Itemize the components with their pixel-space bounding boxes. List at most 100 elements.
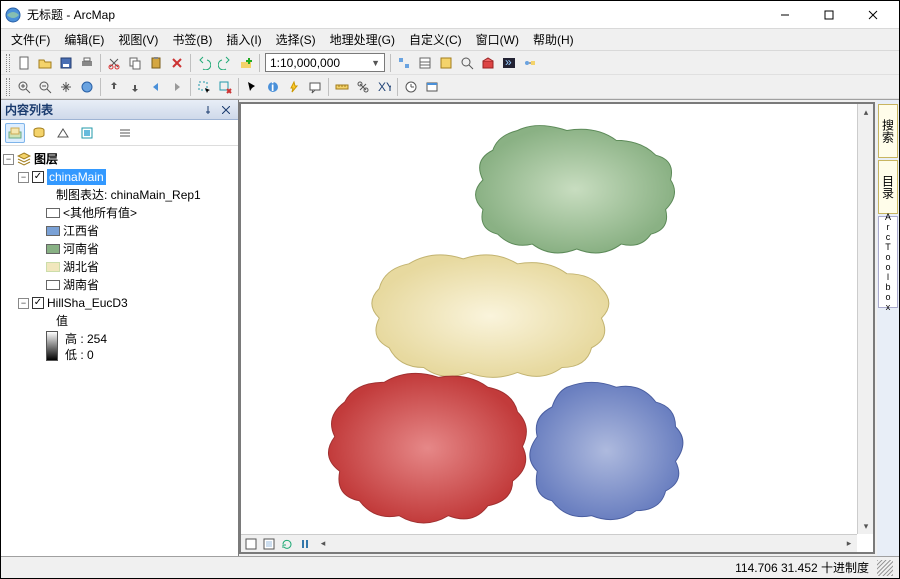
close-panel-icon[interactable] <box>218 102 234 118</box>
html-popup-icon[interactable] <box>305 77 325 97</box>
clear-selection-icon[interactable] <box>215 77 235 97</box>
delete-icon[interactable] <box>167 53 187 73</box>
region-henan[interactable] <box>476 126 675 253</box>
region-hunan[interactable] <box>328 373 526 523</box>
forward-extent-icon[interactable] <box>167 77 187 97</box>
viewer-window-icon[interactable] <box>422 77 442 97</box>
layer-chinamain[interactable]: chinaMain <box>47 169 106 185</box>
menu-view[interactable]: 视图(V) <box>112 29 164 50</box>
region-jiangxi[interactable] <box>530 382 683 519</box>
model-builder-icon[interactable] <box>520 53 540 73</box>
fixed-zoom-out-icon[interactable] <box>125 77 145 97</box>
expand-toggle[interactable]: − <box>3 154 14 165</box>
close-button[interactable] <box>851 2 895 28</box>
region-hubei[interactable] <box>372 255 609 377</box>
menu-window[interactable]: 窗口(W) <box>470 29 525 50</box>
toc-tree[interactable]: − 图层 − ✓ chinaMain 制图表达: chinaMain_Rep1 … <box>1 146 238 556</box>
layer-checkbox[interactable]: ✓ <box>32 297 44 309</box>
menu-customize[interactable]: 自定义(C) <box>403 29 468 50</box>
vertical-scrollbar[interactable]: ▴ ▾ <box>857 104 873 534</box>
list-by-drawing-order-icon[interactable] <box>5 123 25 143</box>
fixed-zoom-in-icon[interactable] <box>104 77 124 97</box>
scale-combo[interactable]: 1:10,000,000 ▼ <box>265 53 385 72</box>
expand-toggle[interactable]: − <box>18 172 29 183</box>
menu-selection[interactable]: 选择(S) <box>270 29 322 50</box>
menu-edit[interactable]: 编辑(E) <box>58 29 110 50</box>
symbol-swatch <box>46 226 60 236</box>
map-canvas[interactable]: ▴ ▾ ◂ ▸ <box>241 104 873 552</box>
pointer-icon[interactable] <box>242 77 262 97</box>
toolbar-grip[interactable] <box>6 54 10 72</box>
layer-checkbox[interactable]: ✓ <box>32 171 44 183</box>
cut-icon[interactable] <box>104 53 124 73</box>
representation-label: 制图表达: chinaMain_Rep1 <box>56 187 201 203</box>
scroll-down-icon[interactable]: ▾ <box>858 518 873 534</box>
menu-geoprocessing[interactable]: 地理处理(G) <box>324 29 401 50</box>
arc-toolbox-icon[interactable] <box>478 53 498 73</box>
toc-header: 内容列表 <box>1 100 238 120</box>
add-data-icon[interactable] <box>236 53 256 73</box>
full-extent-icon[interactable] <box>77 77 97 97</box>
scale-value: 1:10,000,000 <box>270 56 340 70</box>
refresh-icon[interactable] <box>279 536 295 552</box>
catalog-icon[interactable] <box>436 53 456 73</box>
high-value-label: 高 : 254 <box>65 331 107 347</box>
editor-toolbar-icon[interactable] <box>394 53 414 73</box>
print-icon[interactable] <box>77 53 97 73</box>
menu-insert[interactable]: 插入(I) <box>220 29 267 50</box>
pan-icon[interactable] <box>56 77 76 97</box>
sidebar-tab-catalog[interactable]: 目录 <box>878 160 898 214</box>
sidebar-tab-search[interactable]: 搜索 <box>878 104 898 158</box>
symbol-swatch <box>46 280 60 290</box>
symbol-swatch <box>46 244 60 254</box>
undo-icon[interactable] <box>194 53 214 73</box>
list-by-selection-icon[interactable] <box>77 123 97 143</box>
identify-icon[interactable]: i <box>263 77 283 97</box>
select-features-icon[interactable] <box>194 77 214 97</box>
pin-icon[interactable] <box>200 102 216 118</box>
menu-help[interactable]: 帮助(H) <box>527 29 580 50</box>
maximize-button[interactable] <box>807 2 851 28</box>
layout-view-icon[interactable] <box>261 536 277 552</box>
minimize-button[interactable] <box>763 2 807 28</box>
menu-bookmarks[interactable]: 书签(B) <box>166 29 218 50</box>
scroll-right-icon[interactable]: ▸ <box>841 536 857 552</box>
zoom-in-icon[interactable] <box>14 77 34 97</box>
search-icon[interactable] <box>457 53 477 73</box>
zoom-out-icon[interactable] <box>35 77 55 97</box>
scroll-left-icon[interactable]: ◂ <box>315 536 331 552</box>
data-view-icon[interactable] <box>243 536 259 552</box>
coordinates-readout: 114.706 31.452 十进制度 <box>735 559 869 576</box>
layer-hillsha[interactable]: HillSha_EucD3 <box>47 295 128 311</box>
python-window-icon[interactable]: » <box>499 53 519 73</box>
hyperlink-icon[interactable] <box>284 77 304 97</box>
scroll-up-icon[interactable]: ▴ <box>858 104 873 120</box>
title-bar: 无标题 - ArcMap <box>1 1 899 29</box>
new-document-icon[interactable] <box>14 53 34 73</box>
paste-icon[interactable] <box>146 53 166 73</box>
table-of-contents-icon[interactable] <box>415 53 435 73</box>
save-icon[interactable] <box>56 53 76 73</box>
app-icon <box>5 7 21 23</box>
back-extent-icon[interactable] <box>146 77 166 97</box>
color-ramp <box>46 331 58 361</box>
pause-drawing-icon[interactable] <box>297 536 313 552</box>
redo-icon[interactable] <box>215 53 235 73</box>
symbol-swatch <box>46 262 60 272</box>
list-by-source-icon[interactable] <box>29 123 49 143</box>
copy-icon[interactable] <box>125 53 145 73</box>
toolbar-grip[interactable] <box>6 78 10 96</box>
open-icon[interactable] <box>35 53 55 73</box>
expand-toggle[interactable]: − <box>18 298 29 309</box>
sidebar-tab-arctoolbox[interactable]: ArcToolbox <box>878 216 898 308</box>
svg-text:XY: XY <box>378 80 391 94</box>
time-slider-icon[interactable] <box>401 77 421 97</box>
measure-icon[interactable] <box>332 77 352 97</box>
horizontal-scrollbar[interactable]: ◂ ▸ <box>241 534 857 552</box>
resize-grip[interactable] <box>877 560 893 576</box>
options-icon[interactable] <box>115 123 135 143</box>
find-icon[interactable] <box>353 77 373 97</box>
menu-file[interactable]: 文件(F) <box>5 29 56 50</box>
list-by-visibility-icon[interactable] <box>53 123 73 143</box>
goto-xy-icon[interactable]: XY <box>374 77 394 97</box>
